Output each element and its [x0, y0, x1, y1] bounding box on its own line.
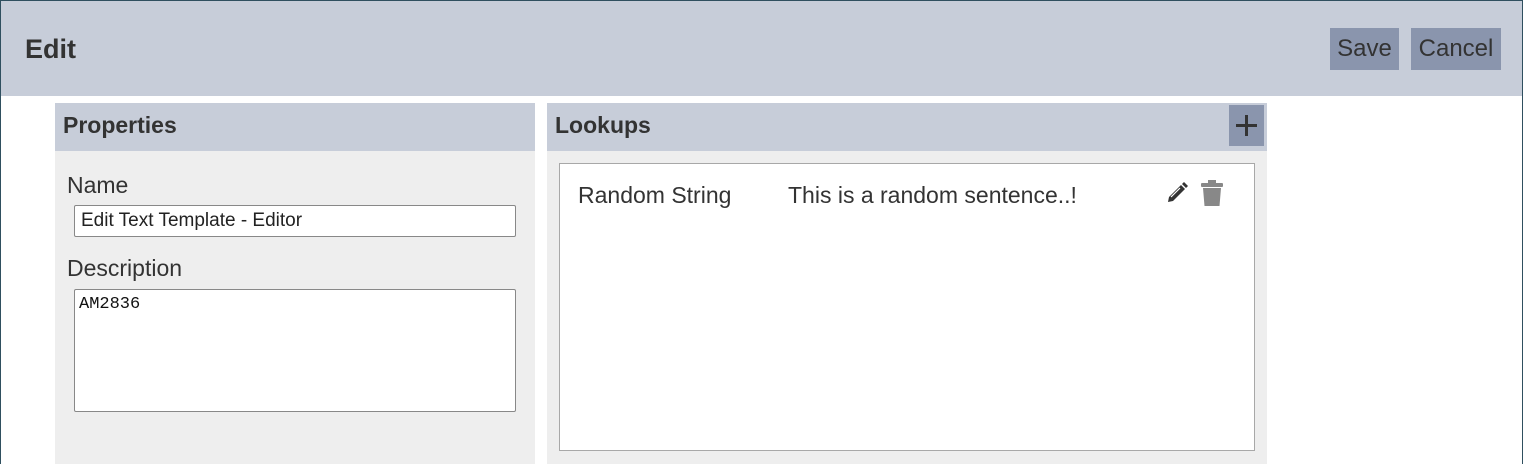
lookups-panel: Lookups Random String This is a random s… [547, 103, 1267, 464]
lookup-name: Random String [578, 182, 732, 208]
properties-panel: Properties Name Description AM2836 [55, 103, 535, 464]
lookups-title: Lookups [555, 112, 651, 138]
add-lookup-button[interactable] [1229, 105, 1264, 146]
trash-icon[interactable] [1201, 180, 1223, 211]
properties-panel-header: Properties [55, 103, 535, 151]
lookups-list: Random String This is a random sentence.… [559, 163, 1255, 451]
name-input[interactable] [74, 205, 516, 237]
lookup-value: This is a random sentence..! [788, 182, 1077, 208]
description-textarea[interactable]: AM2836 [74, 289, 516, 412]
description-label: Description [67, 255, 183, 281]
properties-title: Properties [63, 112, 177, 138]
save-button[interactable]: Save [1330, 28, 1399, 70]
edit-header: Edit Save Cancel [1, 1, 1522, 96]
plus-icon [1236, 115, 1257, 136]
lookups-panel-header: Lookups [547, 103, 1267, 151]
pencil-icon[interactable] [1165, 181, 1189, 210]
cancel-button[interactable]: Cancel [1411, 28, 1501, 70]
name-label: Name [67, 172, 129, 198]
lookup-row: Random String This is a random sentence.… [560, 164, 1254, 224]
page-title: Edit [25, 34, 76, 64]
